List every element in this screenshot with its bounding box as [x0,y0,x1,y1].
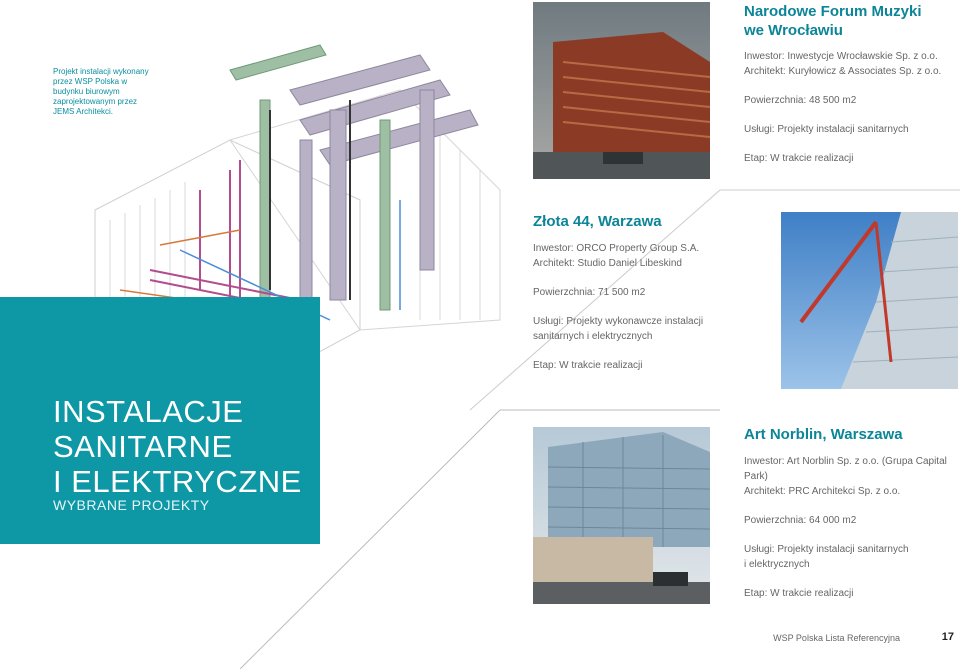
photo-art-norblin [533,427,710,604]
project-services: Usługi: Projekty instalacji sanitarnych [744,124,909,135]
figure-caption: Projekt instalacji wykonany przez WSP Po… [53,67,149,116]
project-architect: Architekt: Kuryłowicz & Associates Sp. z… [744,66,942,77]
footer-text: WSP Polska Lista Referencyjna [773,633,900,643]
section-title-line: INSTALACJE [53,394,244,429]
project-area: Powierzchnia: 71 500 m2 [533,287,646,298]
page-number: 17 [941,631,954,643]
project-title: Narodowe Forum Muzyki we Wrocławiu [744,2,960,40]
photo-zlota-44 [781,212,958,389]
project-architect: Architekt: PRC Architekci Sp. z o.o. [744,486,901,497]
project-investor: Inwestor: Art Norblin Sp. z o.o. (Grupa … [744,456,947,482]
project-stage: Etap: W trakcie realizacji [744,153,854,164]
project-services-line: Usługi: Projekty wykonawcze instalacji [533,316,704,327]
project-norblin: Art Norblin, Warszawa Inwestor: Art Norb… [744,425,960,601]
project-zlota: Złota 44, Warzawa Inwestor: ORCO Propert… [533,212,773,373]
project-title-line: we Wrocławiu [744,22,843,39]
project-title: Art Norblin, Warszawa [744,426,903,443]
project-stage: Etap: W trakcie realizacji [744,588,854,599]
project-title: Złota 44, Warzawa [533,213,662,230]
project-architect: Architekt: Studio Daniel Libeskind [533,258,682,269]
banner-corner [320,297,500,544]
project-area: Powierzchnia: 64 000 m2 [744,515,857,526]
section-title: INSTALACJE SANITARNE I ELEKTRYCZNE [53,394,302,499]
project-forum: Narodowe Forum Muzyki we Wrocławiu Inwes… [744,2,960,166]
project-area: Powierzchnia: 48 500 m2 [744,95,857,106]
section-subtitle: WYBRANE PROJEKTY [53,497,210,513]
project-investor: Inwestor: Inwestycje Wrocławskie Sp. z o… [744,51,938,62]
project-title-line: Narodowe Forum Muzyki [744,3,922,20]
project-services-line: Usługi: Projekty instalacji sanitarnych [744,544,909,555]
section-title-line: SANITARNE [53,429,233,464]
project-stage: Etap: W trakcie realizacji [533,360,643,371]
project-investor: Inwestor: ORCO Property Group S.A. [533,243,700,254]
project-services: Usługi: Projekty instalacji sanitarnych … [744,542,960,572]
project-services: Usługi: Projekty wykonawcze instalacji s… [533,314,773,344]
project-services-line: i elektrycznych [744,559,810,570]
section-title-line: I ELEKTRYCZNE [53,464,302,499]
project-services-line: sanitarnych i elektrycznych [533,331,653,342]
photo-forum-muzyki [533,2,710,179]
